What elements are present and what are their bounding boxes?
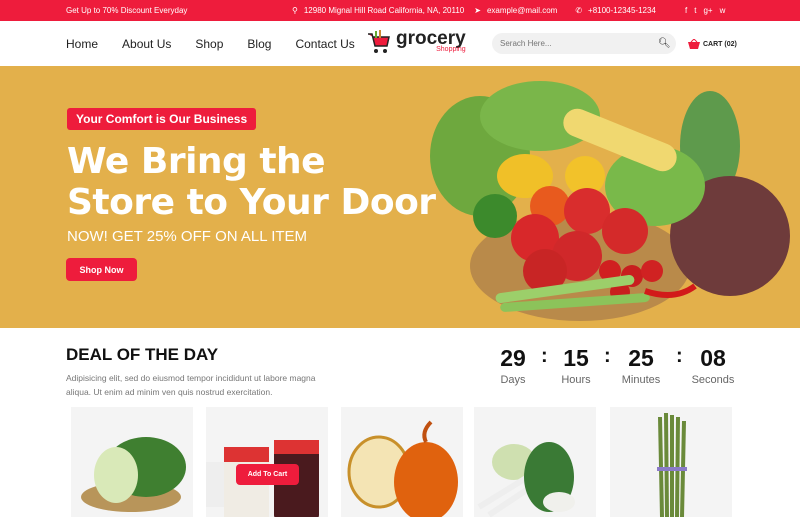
countdown-hours: 15 Hours xyxy=(561,345,591,386)
vegetable-basket-image xyxy=(430,81,790,321)
phone-link[interactable]: +8100-12345-1234 xyxy=(588,6,656,15)
shop-now-button[interactable]: Shop Now xyxy=(66,258,137,281)
nav-blog[interactable]: Blog xyxy=(247,37,271,51)
product-card[interactable] xyxy=(206,407,328,517)
nav-about[interactable]: About Us xyxy=(122,37,171,51)
nav-home[interactable]: Home xyxy=(66,37,98,51)
countdown-separator: : xyxy=(604,345,611,367)
deal-title: DEAL OF THE DAY xyxy=(66,345,219,364)
product-card[interactable] xyxy=(341,407,463,517)
countdown-minutes: 25 Minutes xyxy=(621,345,661,386)
countdown-seconds: 08 Seconds xyxy=(691,345,735,386)
onion-image xyxy=(347,420,458,517)
search-input[interactable] xyxy=(492,33,676,54)
logo-word: grocery xyxy=(396,28,466,49)
cabbage-image xyxy=(81,437,186,512)
header: Home About Us Shop Blog Contact Us groce… xyxy=(0,21,800,66)
leek-image xyxy=(477,442,575,517)
hero-tag: Your Comfort is Our Business xyxy=(67,108,257,130)
hero-title: We Bring the Store to Your Door xyxy=(67,141,436,223)
location-icon: ⚲ xyxy=(292,6,298,15)
hero-banner: Your Comfort is Our Business We Bring th… xyxy=(0,66,800,328)
promo-text: Get Up to 70% Discount Everyday xyxy=(66,6,188,15)
cart-label: CART (02) xyxy=(703,40,737,48)
send-icon: ➤ xyxy=(474,6,481,15)
search-icon[interactable]: 🔍︎ xyxy=(658,38,671,49)
nav-shop[interactable]: Shop xyxy=(195,37,223,51)
main-nav: Home About Us Shop Blog Contact Us xyxy=(66,37,355,51)
top-bar: Get Up to 70% Discount Everyday ⚲ 12980 M… xyxy=(0,0,800,21)
asparagus-image xyxy=(657,412,687,517)
basket-icon xyxy=(688,39,700,49)
twitter-icon[interactable]: t xyxy=(694,6,696,15)
google-plus-icon[interactable]: g+ xyxy=(703,6,712,15)
nav-contact[interactable]: Contact Us xyxy=(295,37,354,51)
product-card[interactable] xyxy=(71,407,193,517)
logo[interactable]: grocery Shopping xyxy=(366,29,466,55)
cart-button[interactable]: CART (02) xyxy=(688,39,737,49)
add-to-cart-button[interactable]: Add To Cart xyxy=(236,464,299,485)
whatsapp-icon[interactable]: w xyxy=(720,6,726,15)
phone-icon: ✆ xyxy=(575,6,583,15)
facebook-icon[interactable]: f xyxy=(685,6,687,15)
product-card[interactable] xyxy=(610,407,732,517)
countdown-separator: : xyxy=(676,345,683,367)
deal-description: Adipisicing elit, sed do eiusmod tempor … xyxy=(66,373,316,397)
countdown-days: 29 Days xyxy=(500,345,526,386)
hero-subtitle: NOW! GET 25% OFF ON ALL ITEM xyxy=(67,228,308,245)
address: 12980 Mignal Hill Road California, NA, 2… xyxy=(303,6,465,15)
cart-logo-icon xyxy=(368,30,390,53)
jam-jars-image xyxy=(206,440,319,517)
email-link[interactable]: example@mail.com xyxy=(487,6,557,15)
product-card[interactable] xyxy=(474,407,596,517)
